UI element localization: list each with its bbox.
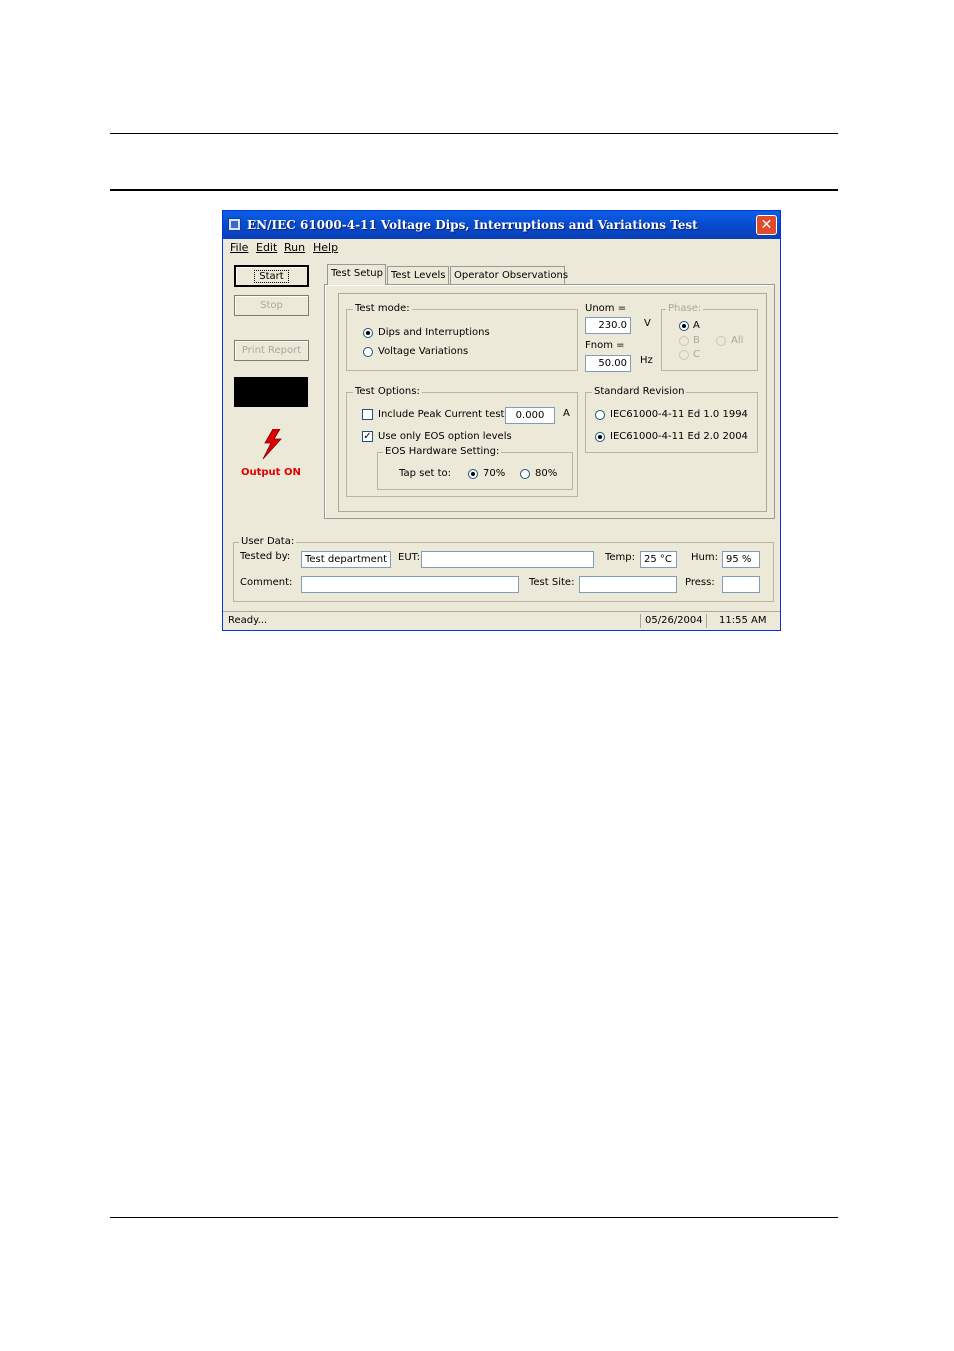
eos-only-checkbox[interactable]: ✓ [362, 431, 373, 442]
radio-phase-all[interactable] [716, 336, 726, 346]
status-time: 11:55 AM [706, 614, 780, 628]
fnom-unit: Hz [640, 355, 653, 366]
eut-input[interactable] [421, 551, 594, 568]
app-window: EN/IEC 61000-4-11 Voltage Dips, Interrup… [222, 210, 781, 631]
peak-current-checkbox[interactable] [362, 409, 373, 420]
radio-phase-c[interactable] [679, 350, 689, 360]
eos-only-label: Use only EOS option levels [378, 431, 512, 442]
lightning-bolt-icon [262, 429, 282, 459]
radio-dips-interruptions[interactable] [363, 328, 373, 338]
phase-b-label: B [693, 335, 700, 346]
peak-current-label: Include Peak Current test [378, 409, 505, 420]
fnom-input[interactable]: 50.00 [585, 355, 631, 372]
menu-run[interactable]: Run [284, 241, 305, 254]
tab-operator-observations[interactable]: Operator Observations [450, 266, 568, 284]
user-data-group: User Data: Tested by: Test department EU… [233, 536, 774, 602]
ed1-1994-label: IEC61000-4-11 Ed 1.0 1994 [610, 409, 748, 420]
status-date: 05/26/2004 [640, 614, 705, 628]
press-input[interactable] [722, 576, 760, 593]
standard-revision-group: Standard Revision IEC61000-4-11 Ed 1.0 1… [585, 386, 758, 453]
output-indicator-display [234, 377, 308, 407]
radio-voltage-variations[interactable] [363, 347, 373, 357]
tap-80-label: 80% [535, 468, 558, 479]
menu-bar: File Edit Run Help [223, 239, 780, 257]
start-button-label: Start [254, 270, 289, 283]
start-button[interactable]: Start [234, 265, 309, 287]
comment-label: Comment: [240, 577, 293, 588]
peak-current-unit: A [563, 408, 570, 419]
hum-input[interactable]: 95 % [722, 551, 760, 568]
tested-by-input[interactable]: Test department [301, 551, 391, 568]
standard-revision-label: Standard Revision [592, 386, 687, 397]
fnom-label: Fnom = [585, 340, 625, 351]
test-options-label: Test Options: [353, 386, 422, 397]
header-rule-bottom [110, 189, 838, 191]
status-text: Ready... [228, 615, 268, 626]
footer-rule [110, 1217, 838, 1218]
stop-button[interactable]: Stop [234, 295, 309, 316]
tab-test-levels[interactable]: Test Levels [387, 266, 449, 284]
radio-phase-a[interactable] [679, 321, 689, 331]
header-rule-top [110, 133, 838, 134]
title-bar[interactable]: EN/IEC 61000-4-11 Voltage Dips, Interrup… [223, 211, 780, 239]
phase-a-label: A [693, 320, 700, 331]
phase-label: Phase: [666, 303, 704, 314]
eos-hardware-group: EOS Hardware Setting: Tap set to: 70% 80… [377, 446, 573, 490]
test-options-group: Test Options: Include Peak Current test … [346, 386, 578, 497]
peak-current-input[interactable]: 0.000 [505, 407, 555, 424]
radio-tap-70[interactable] [468, 469, 478, 479]
press-label: Press: [685, 577, 715, 588]
radio-phase-b[interactable] [679, 336, 689, 346]
print-report-button[interactable]: Print Report [234, 340, 309, 361]
tab-test-setup[interactable]: Test Setup [327, 264, 386, 285]
temp-input[interactable]: 25 °C [640, 551, 677, 568]
phase-c-label: C [693, 349, 700, 360]
tested-by-label: Tested by: [240, 551, 291, 562]
menu-help[interactable]: Help [313, 241, 338, 254]
test-mode-group: Test mode: Dips and Interruptions Voltag… [346, 303, 578, 371]
unom-label: Unom = [585, 303, 627, 314]
radio-ed2-2004[interactable] [595, 432, 605, 442]
app-icon[interactable] [228, 218, 241, 231]
close-button[interactable]: ✕ [756, 215, 777, 235]
voltage-variations-label: Voltage Variations [378, 346, 469, 357]
tap-70-label: 70% [483, 468, 506, 479]
output-status-label: Output ON [241, 467, 301, 478]
dips-interruptions-label: Dips and Interruptions [378, 327, 490, 338]
test-site-input[interactable] [579, 576, 677, 593]
tap-set-label: Tap set to: [399, 468, 451, 479]
radio-tap-80[interactable] [520, 469, 530, 479]
unom-unit: V [644, 318, 651, 329]
ed2-2004-label: IEC61000-4-11 Ed 2.0 2004 [610, 431, 748, 442]
hum-label: Hum: [691, 552, 718, 563]
temp-label: Temp: [605, 552, 636, 563]
eos-hardware-label: EOS Hardware Setting: [383, 446, 502, 457]
phase-group: Phase: A B All C [661, 303, 758, 371]
test-site-label: Test Site: [529, 577, 575, 588]
comment-input[interactable] [301, 576, 519, 593]
radio-ed1-1994[interactable] [595, 410, 605, 420]
menu-file[interactable]: File [230, 241, 248, 254]
menu-edit[interactable]: Edit [256, 241, 277, 254]
test-mode-label: Test mode: [353, 303, 412, 314]
phase-all-label: All [731, 335, 744, 346]
window-title: EN/IEC 61000-4-11 Voltage Dips, Interrup… [247, 218, 698, 232]
eut-label: EUT: [398, 552, 421, 563]
status-bar: Ready... 05/26/2004 11:55 AM [223, 611, 780, 630]
user-data-label: User Data: [239, 536, 297, 547]
unom-input[interactable]: 230.0 [585, 317, 631, 334]
